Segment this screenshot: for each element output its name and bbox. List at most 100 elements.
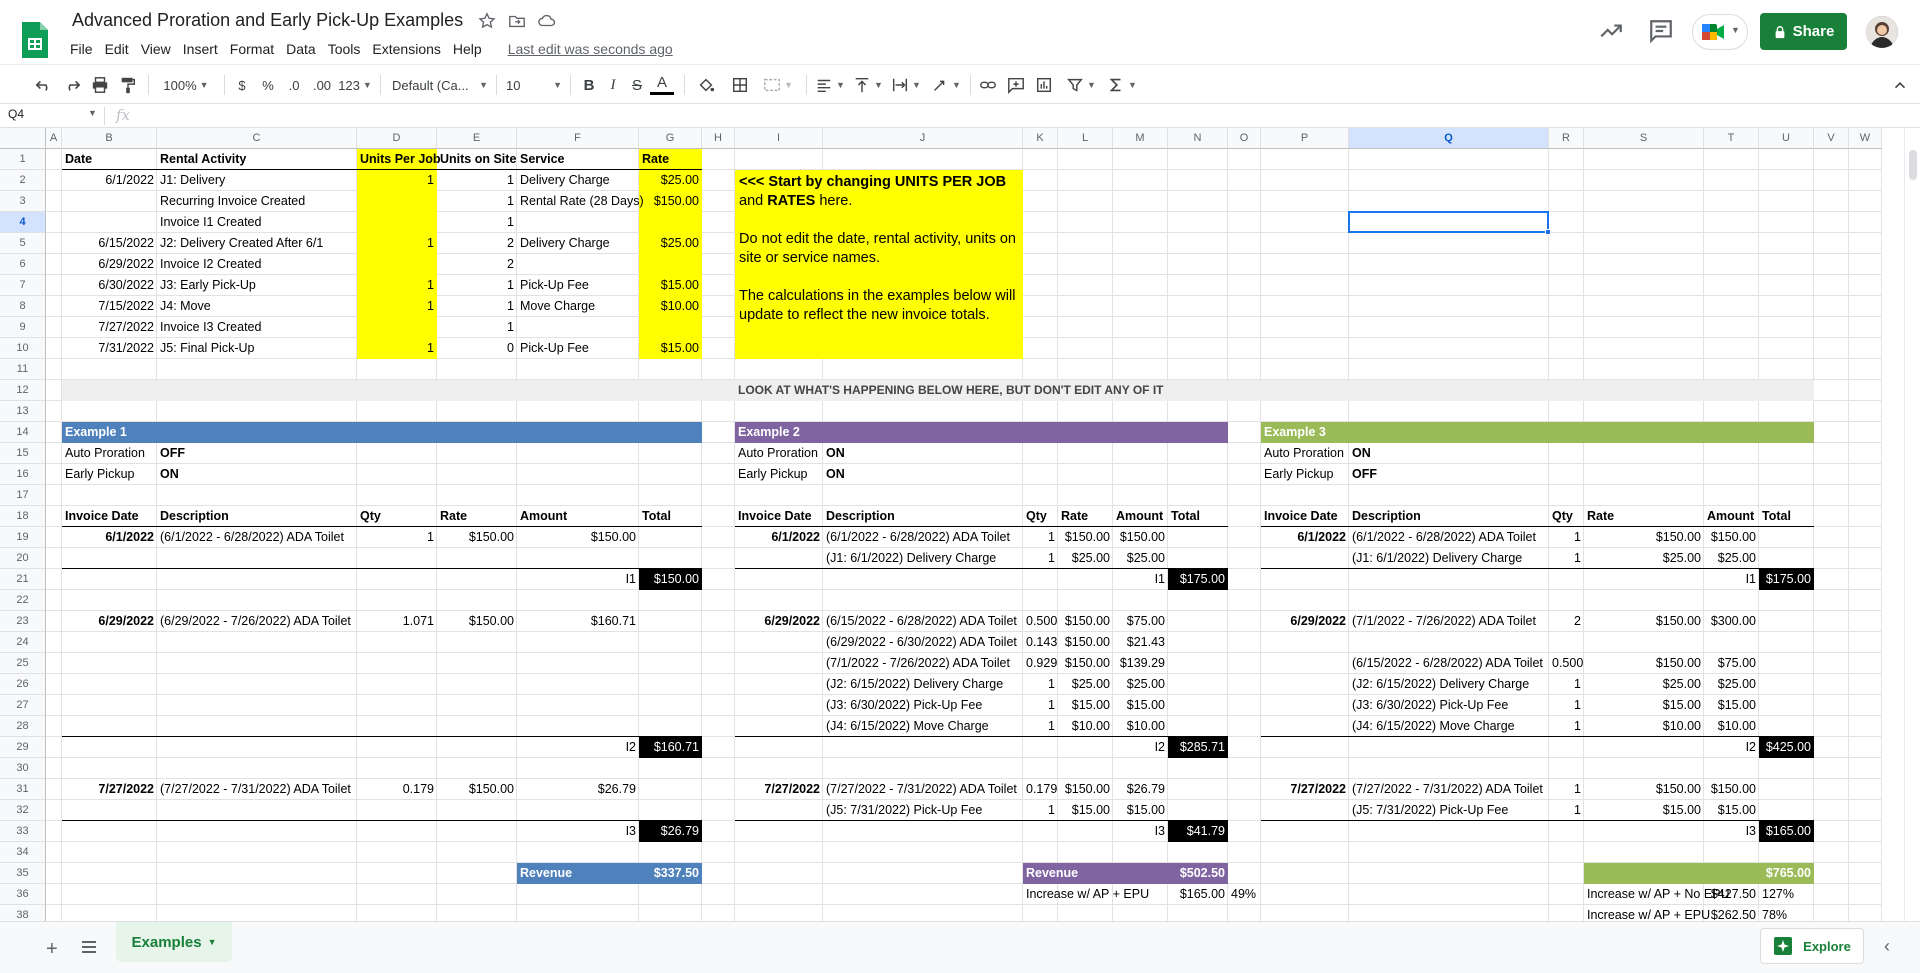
- line-amount[interactable]: $26.79: [1113, 779, 1168, 800]
- ex2-increase-amount[interactable]: $165.00: [1168, 884, 1228, 905]
- line-amount[interactable]: $10.00: [1704, 716, 1759, 737]
- comments-icon[interactable]: [1648, 18, 1674, 44]
- line-rate[interactable]: $150.00: [437, 527, 517, 548]
- line-qty[interactable]: 1: [1023, 695, 1058, 716]
- input-activity[interactable]: J5: Final Pick-Up: [157, 338, 357, 359]
- document-title[interactable]: Advanced Proration and Early Pick-Up Exa…: [72, 10, 463, 31]
- line-rate[interactable]: $15.00: [1058, 800, 1113, 821]
- input-date[interactable]: 7/15/2022: [62, 296, 157, 317]
- zoom-select[interactable]: 100% ▼: [156, 73, 216, 97]
- text-rotation-button[interactable]: ▼: [930, 73, 962, 97]
- row-header-24[interactable]: 24: [0, 632, 46, 653]
- column-header-t[interactable]: T: [1704, 128, 1759, 149]
- line-description[interactable]: (J4: 6/15/2022) Move Charge: [1349, 716, 1549, 737]
- line-amount[interactable]: $15.00: [1704, 800, 1759, 821]
- line-qty[interactable]: 1.071: [357, 611, 437, 632]
- row-header-27[interactable]: 27: [0, 695, 46, 716]
- col-total[interactable]: Total: [639, 506, 702, 527]
- invoice-date[interactable]: 6/1/2022: [1261, 527, 1349, 548]
- vertical-scrollbar[interactable]: [1904, 128, 1920, 921]
- line-amount[interactable]: $26.79: [517, 779, 639, 800]
- line-amount[interactable]: $21.43: [1113, 632, 1168, 653]
- line-rate[interactable]: $15.00: [1058, 695, 1113, 716]
- line-description[interactable]: (6/1/2022 - 6/28/2022) ADA Toilet: [823, 527, 1023, 548]
- line-description[interactable]: (J4: 6/15/2022) Move Charge: [823, 716, 1023, 737]
- currency-format-button[interactable]: $: [232, 73, 252, 97]
- col-description[interactable]: Description: [1349, 506, 1549, 527]
- invoice-date[interactable]: 6/29/2022: [735, 611, 823, 632]
- column-header-d[interactable]: D: [357, 128, 437, 149]
- ex3-increase-no-epu-amount[interactable]: $427.50: [1704, 884, 1759, 905]
- line-rate[interactable]: [1584, 632, 1704, 653]
- line-qty[interactable]: 0.179: [357, 779, 437, 800]
- line-rate[interactable]: $150.00: [437, 779, 517, 800]
- input-service[interactable]: [517, 317, 639, 338]
- line-amount[interactable]: [1704, 632, 1759, 653]
- borders-button[interactable]: [728, 73, 752, 97]
- column-header-c[interactable]: C: [157, 128, 357, 149]
- line-qty[interactable]: 1: [1023, 716, 1058, 737]
- row-header-14[interactable]: 14: [0, 422, 46, 443]
- input-service[interactable]: Delivery Charge: [517, 170, 639, 191]
- ex2-increase-label[interactable]: Increase w/ AP + EPU: [1023, 884, 1168, 905]
- last-edit-link[interactable]: Last edit was seconds ago: [502, 41, 679, 57]
- menu-edit[interactable]: Edit: [99, 41, 135, 57]
- input-activity[interactable]: Invoice I2 Created: [157, 254, 357, 275]
- column-header-n[interactable]: N: [1168, 128, 1228, 149]
- line-qty[interactable]: 1: [1549, 527, 1584, 548]
- line-description[interactable]: (6/1/2022 - 6/28/2022) ADA Toilet: [1349, 527, 1549, 548]
- col-total[interactable]: Total: [1759, 506, 1814, 527]
- text-wrapping-button[interactable]: ▼: [890, 73, 922, 97]
- column-header-k[interactable]: K: [1023, 128, 1058, 149]
- ex3-increase-epu-label[interactable]: Increase w/ AP + EPU: [1584, 905, 1710, 921]
- line-amount[interactable]: $25.00: [1113, 674, 1168, 695]
- invoice-date[interactable]: 6/1/2022: [62, 527, 157, 548]
- font-size-select[interactable]: 10 ▼: [506, 73, 562, 97]
- row-header-20[interactable]: 20: [0, 548, 46, 569]
- line-rate[interactable]: $150.00: [1058, 611, 1113, 632]
- line-rate[interactable]: $15.00: [1584, 800, 1704, 821]
- merge-cells-button[interactable]: ▼: [758, 73, 798, 97]
- line-qty[interactable]: 1: [357, 527, 437, 548]
- input-rate[interactable]: $25.00: [639, 233, 702, 254]
- line-qty[interactable]: 1: [1549, 674, 1584, 695]
- line-amount[interactable]: $150.00: [1704, 779, 1759, 800]
- input-date[interactable]: 7/31/2022: [62, 338, 157, 359]
- invoice-date[interactable]: 6/1/2022: [735, 527, 823, 548]
- line-description[interactable]: (7/27/2022 - 7/31/2022) ADA Toilet: [157, 779, 357, 800]
- line-rate[interactable]: $10.00: [1584, 716, 1704, 737]
- ex1-revenue-label[interactable]: Revenue: [517, 863, 639, 884]
- strikethrough-button[interactable]: S: [626, 73, 648, 97]
- input-activity[interactable]: Recurring Invoice Created: [157, 191, 357, 212]
- insert-comment-button[interactable]: [1004, 73, 1028, 97]
- ex1-revenue-value[interactable]: $337.50: [639, 863, 702, 884]
- line-amount[interactable]: $150.00: [517, 527, 639, 548]
- row-header-2[interactable]: 2: [0, 170, 46, 191]
- input-rate[interactable]: $15.00: [639, 275, 702, 296]
- line-qty[interactable]: 0.929: [1023, 653, 1058, 674]
- row-header-10[interactable]: 10: [0, 338, 46, 359]
- label-auto-proration[interactable]: Auto Proration: [735, 443, 823, 464]
- ex3-increase-no-epu-label[interactable]: Increase w/ AP + No EPU: [1584, 884, 1730, 905]
- input-rate[interactable]: [639, 212, 702, 233]
- formula-input[interactable]: [140, 106, 1880, 126]
- input-units-on-site[interactable]: 1: [437, 296, 517, 317]
- column-header-a[interactable]: A: [46, 128, 62, 149]
- col-description[interactable]: Description: [157, 506, 357, 527]
- line-rate[interactable]: $150.00: [1584, 527, 1704, 548]
- input-rate[interactable]: $150.00: [639, 191, 702, 212]
- invoice-total[interactable]: $165.00: [1759, 821, 1814, 842]
- input-service[interactable]: Move Charge: [517, 296, 639, 317]
- bold-button[interactable]: B: [578, 73, 600, 97]
- input-service[interactable]: [517, 254, 639, 275]
- line-rate[interactable]: $15.00: [1584, 695, 1704, 716]
- input-date[interactable]: 6/30/2022: [62, 275, 157, 296]
- row-header-12[interactable]: 12: [0, 380, 46, 401]
- col-total[interactable]: Total: [1168, 506, 1228, 527]
- col-amount[interactable]: Amount: [1113, 506, 1168, 527]
- input-units-on-site[interactable]: 1: [437, 191, 517, 212]
- line-description[interactable]: (6/29/2022 - 6/30/2022) ADA Toilet: [823, 632, 1023, 653]
- row-header-28[interactable]: 28: [0, 716, 46, 737]
- ex2-increase-pct[interactable]: 49%: [1228, 884, 1261, 905]
- row-header-5[interactable]: 5: [0, 233, 46, 254]
